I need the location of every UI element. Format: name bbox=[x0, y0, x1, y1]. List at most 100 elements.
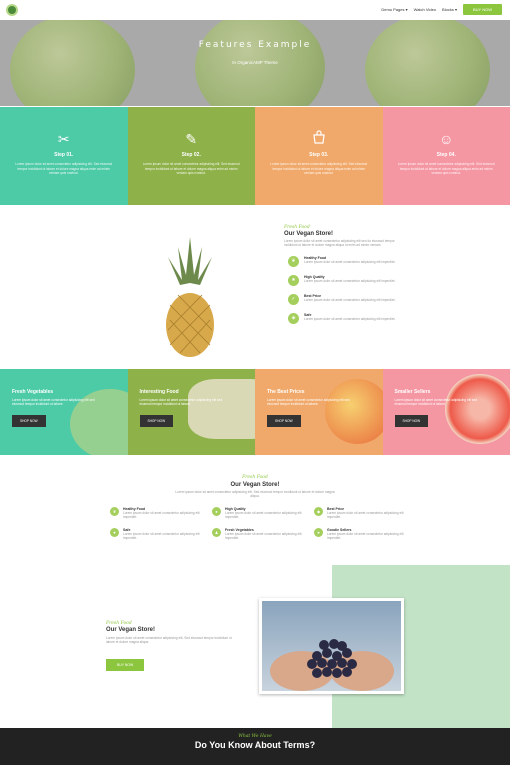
step-card: ✂ Step 01. Lorem ipsum dolor sit amet co… bbox=[0, 107, 128, 205]
feature-item: ❦ Healthy Food Lorem ipsum dolor sit amet… bbox=[288, 255, 404, 267]
feature-text: Lorem ipsum dolor sit amet consectetur a… bbox=[327, 531, 404, 541]
card-text: Lorem ipsum dolor sit amet consectetur a… bbox=[139, 398, 223, 407]
store-features-section: Fresh Food Our Vegan Store! Lorem ipsum … bbox=[0, 455, 510, 565]
shop-now-button[interactable]: SHOP NOW bbox=[12, 414, 46, 427]
grid-feature: ● High Quality Lorem ipsum dolor sit amet … bbox=[212, 507, 308, 520]
card-title: Smaller Sellers bbox=[394, 389, 431, 395]
section-script-label: What We Have bbox=[238, 734, 272, 739]
steps-section: ✂ Step 01. Lorem ipsum dolor sit amet co… bbox=[0, 107, 510, 205]
section-script-label: Fresh Food bbox=[284, 225, 310, 230]
split-text: Fresh Food Our Vegan Store! Lorem ipsum … bbox=[106, 621, 236, 671]
card-text: Lorem ipsum dolor sit amet consectetur a… bbox=[267, 398, 350, 407]
menu-item-watch-video[interactable]: Watch Video bbox=[414, 7, 436, 12]
grid-feature: ♥ Safe Lorem ipsum dolor sit amet consecte… bbox=[110, 527, 206, 541]
feature-text: Lorem ipsum dolor sit amet consectetur a… bbox=[304, 278, 396, 283]
menu-item-label: Demo Pages bbox=[381, 7, 405, 12]
logo[interactable] bbox=[6, 4, 18, 16]
feature-text: Lorem ipsum dolor sit amet consectetur a… bbox=[225, 511, 302, 520]
hero-title: Features Example bbox=[198, 40, 312, 50]
feature-item: ◈ Safe Lorem ipsum dolor sit amet consect… bbox=[288, 312, 404, 324]
food-image bbox=[187, 379, 255, 439]
vegan-store-text: Fresh Food Our Vegan Store! Lorem ipsum … bbox=[284, 225, 404, 324]
shield-icon: ◈ bbox=[288, 312, 299, 324]
section-script-label: Fresh Food bbox=[242, 475, 268, 480]
step-title: Step 03. bbox=[309, 152, 329, 158]
feature-text: Lorem ipsum dolor sit amet consectetur a… bbox=[304, 259, 396, 264]
section-script-label: Fresh Food bbox=[106, 621, 132, 626]
hero-banner: Features Example In OrganicAMP Theme bbox=[0, 20, 510, 106]
top-navbar: Demo Pages ▾ Watch Video Blocks ▾ BUY NO… bbox=[0, 0, 510, 20]
send-icon: ➤ bbox=[314, 527, 323, 537]
grid-feature: ◆ Best Price Lorem ipsum dolor sit amet co… bbox=[314, 507, 410, 520]
feature-text: Lorem ipsum dolor sit amet consectetur a… bbox=[123, 511, 200, 520]
category-card: Fresh Vegetables Lorem ipsum dolor sit a… bbox=[0, 369, 128, 455]
feature-item: ★ High Quality Lorem ipsum dolor sit amet… bbox=[288, 274, 404, 286]
feature-text: Lorem ipsum dolor sit amet consectetur a… bbox=[327, 511, 404, 520]
step-card: ✎ Step 02. Lorem ipsum dolor sit amet co… bbox=[127, 107, 255, 205]
step-text: Lorem ipsum dolor sit amet consectetur a… bbox=[15, 162, 113, 175]
grapes-image bbox=[262, 601, 401, 691]
apple-icon: ● bbox=[212, 507, 221, 516]
category-card: The Best Prices Lorem ipsum dolor sit am… bbox=[255, 369, 383, 455]
section-description: Lorem ipsum dolor sit amet consectetur a… bbox=[106, 636, 232, 645]
shop-now-button[interactable]: SHOP NOW bbox=[267, 414, 301, 427]
card-text: Lorem ipsum dolor sit amet consectetur a… bbox=[12, 398, 95, 407]
category-card: Smaller Sellers Lorem ipsum dolor sit am… bbox=[382, 369, 510, 455]
shop-now-button[interactable]: SHOP NOW bbox=[394, 414, 429, 427]
category-card: Interesting Food Lorem ipsum dolor sit a… bbox=[127, 369, 255, 455]
section-description: Lorem ipsum dolor sit amet consectetur a… bbox=[284, 239, 395, 248]
section-title: Do You Know About Terms? bbox=[194, 740, 316, 750]
terms-section: What We Have Do You Know About Terms? bbox=[0, 728, 510, 765]
vegan-store-section: Fresh Food Our Vegan Store! Lorem ipsum … bbox=[0, 205, 510, 369]
menu-item-blocks[interactable]: Blocks ▾ bbox=[442, 7, 457, 12]
feature-item: ✓ Best Price Lorem ipsum dolor sit amet c… bbox=[288, 293, 404, 305]
grid-feature: ➤ Goodie Sellers Lorem ipsum dolor sit ame… bbox=[314, 527, 410, 541]
grapefruit-image bbox=[444, 374, 510, 444]
step-title: Step 02. bbox=[181, 152, 201, 158]
section-description: Lorem ipsum dolor sit amet consectetur a… bbox=[175, 490, 335, 499]
step-title: Step 04. bbox=[436, 152, 456, 158]
step-title: Step 01. bbox=[54, 152, 74, 158]
grid-feature: ❦ Healthy Food Lorem ipsum dolor sit amet … bbox=[110, 507, 206, 520]
step-text: Lorem ipsum dolor sit amet consectetur a… bbox=[142, 162, 240, 175]
feature-text: Lorem ipsum dolor sit amet consectetur a… bbox=[123, 531, 200, 541]
shop-now-button[interactable]: SHOP NOW bbox=[139, 414, 174, 427]
card-title: Interesting Food bbox=[139, 389, 179, 395]
leaf-icon: ❦ bbox=[288, 255, 299, 267]
pineapple-image bbox=[166, 237, 214, 357]
step-card: Step 03. Lorem ipsum dolor sit amet cons… bbox=[255, 107, 383, 205]
section-title: Our Vegan Store! bbox=[230, 482, 280, 488]
grapes-photo bbox=[259, 598, 404, 694]
step-card: ☺ Step 04. Lorem ipsum dolor sit amet co… bbox=[382, 107, 510, 205]
section-title: Our Vegan Store! bbox=[284, 231, 334, 237]
scissors-icon: ✂ bbox=[57, 131, 70, 147]
buy-now-button[interactable]: BUY NOW bbox=[106, 658, 145, 671]
main-menu: Demo Pages ▾ Watch Video Blocks ▾ BUY NO… bbox=[381, 4, 502, 15]
tag-icon: ◆ bbox=[314, 507, 323, 516]
card-text: Lorem ipsum dolor sit amet consectetur a… bbox=[394, 398, 478, 407]
leaf-icon: ❦ bbox=[110, 507, 119, 516]
menu-item-label: Blocks bbox=[442, 7, 454, 12]
grid-feature: ♟ Fresh Vegetables Lorem ipsum dolor sit a… bbox=[212, 527, 308, 541]
section-title: Our Vegan Store! bbox=[106, 627, 156, 633]
step-text: Lorem ipsum dolor sit amet consectetur a… bbox=[270, 162, 368, 175]
hero-subtitle: In OrganicAMP Theme bbox=[232, 60, 278, 65]
smiley-icon: ☺ bbox=[439, 131, 454, 147]
brush-icon: ✎ bbox=[185, 131, 198, 147]
buy-now-button[interactable]: BUY NOW bbox=[462, 4, 502, 15]
card-title: The Best Prices bbox=[267, 389, 305, 395]
star-icon: ★ bbox=[288, 274, 299, 286]
heart-icon: ♥ bbox=[110, 527, 119, 537]
features-grid: ❦ Healthy Food Lorem ipsum dolor sit amet … bbox=[110, 507, 410, 541]
feature-text: Lorem ipsum dolor sit amet consectetur a… bbox=[304, 297, 396, 302]
category-cards: Fresh Vegetables Lorem ipsum dolor sit a… bbox=[0, 369, 510, 455]
user-icon: ♟ bbox=[212, 527, 221, 537]
feature-text: Lorem ipsum dolor sit amet consectetur a… bbox=[304, 316, 396, 321]
step-text: Lorem ipsum dolor sit amet consectetur a… bbox=[397, 162, 495, 175]
menu-item-demo-pages[interactable]: Demo Pages ▾ bbox=[381, 7, 407, 12]
check-icon: ✓ bbox=[288, 293, 299, 305]
card-title: Fresh Vegetables bbox=[12, 389, 54, 395]
feature-text: Lorem ipsum dolor sit amet consectetur a… bbox=[225, 531, 302, 541]
shopping-bag-icon bbox=[255, 129, 383, 149]
split-feature-section: Fresh Food Our Vegan Store! Lorem ipsum … bbox=[0, 565, 510, 728]
